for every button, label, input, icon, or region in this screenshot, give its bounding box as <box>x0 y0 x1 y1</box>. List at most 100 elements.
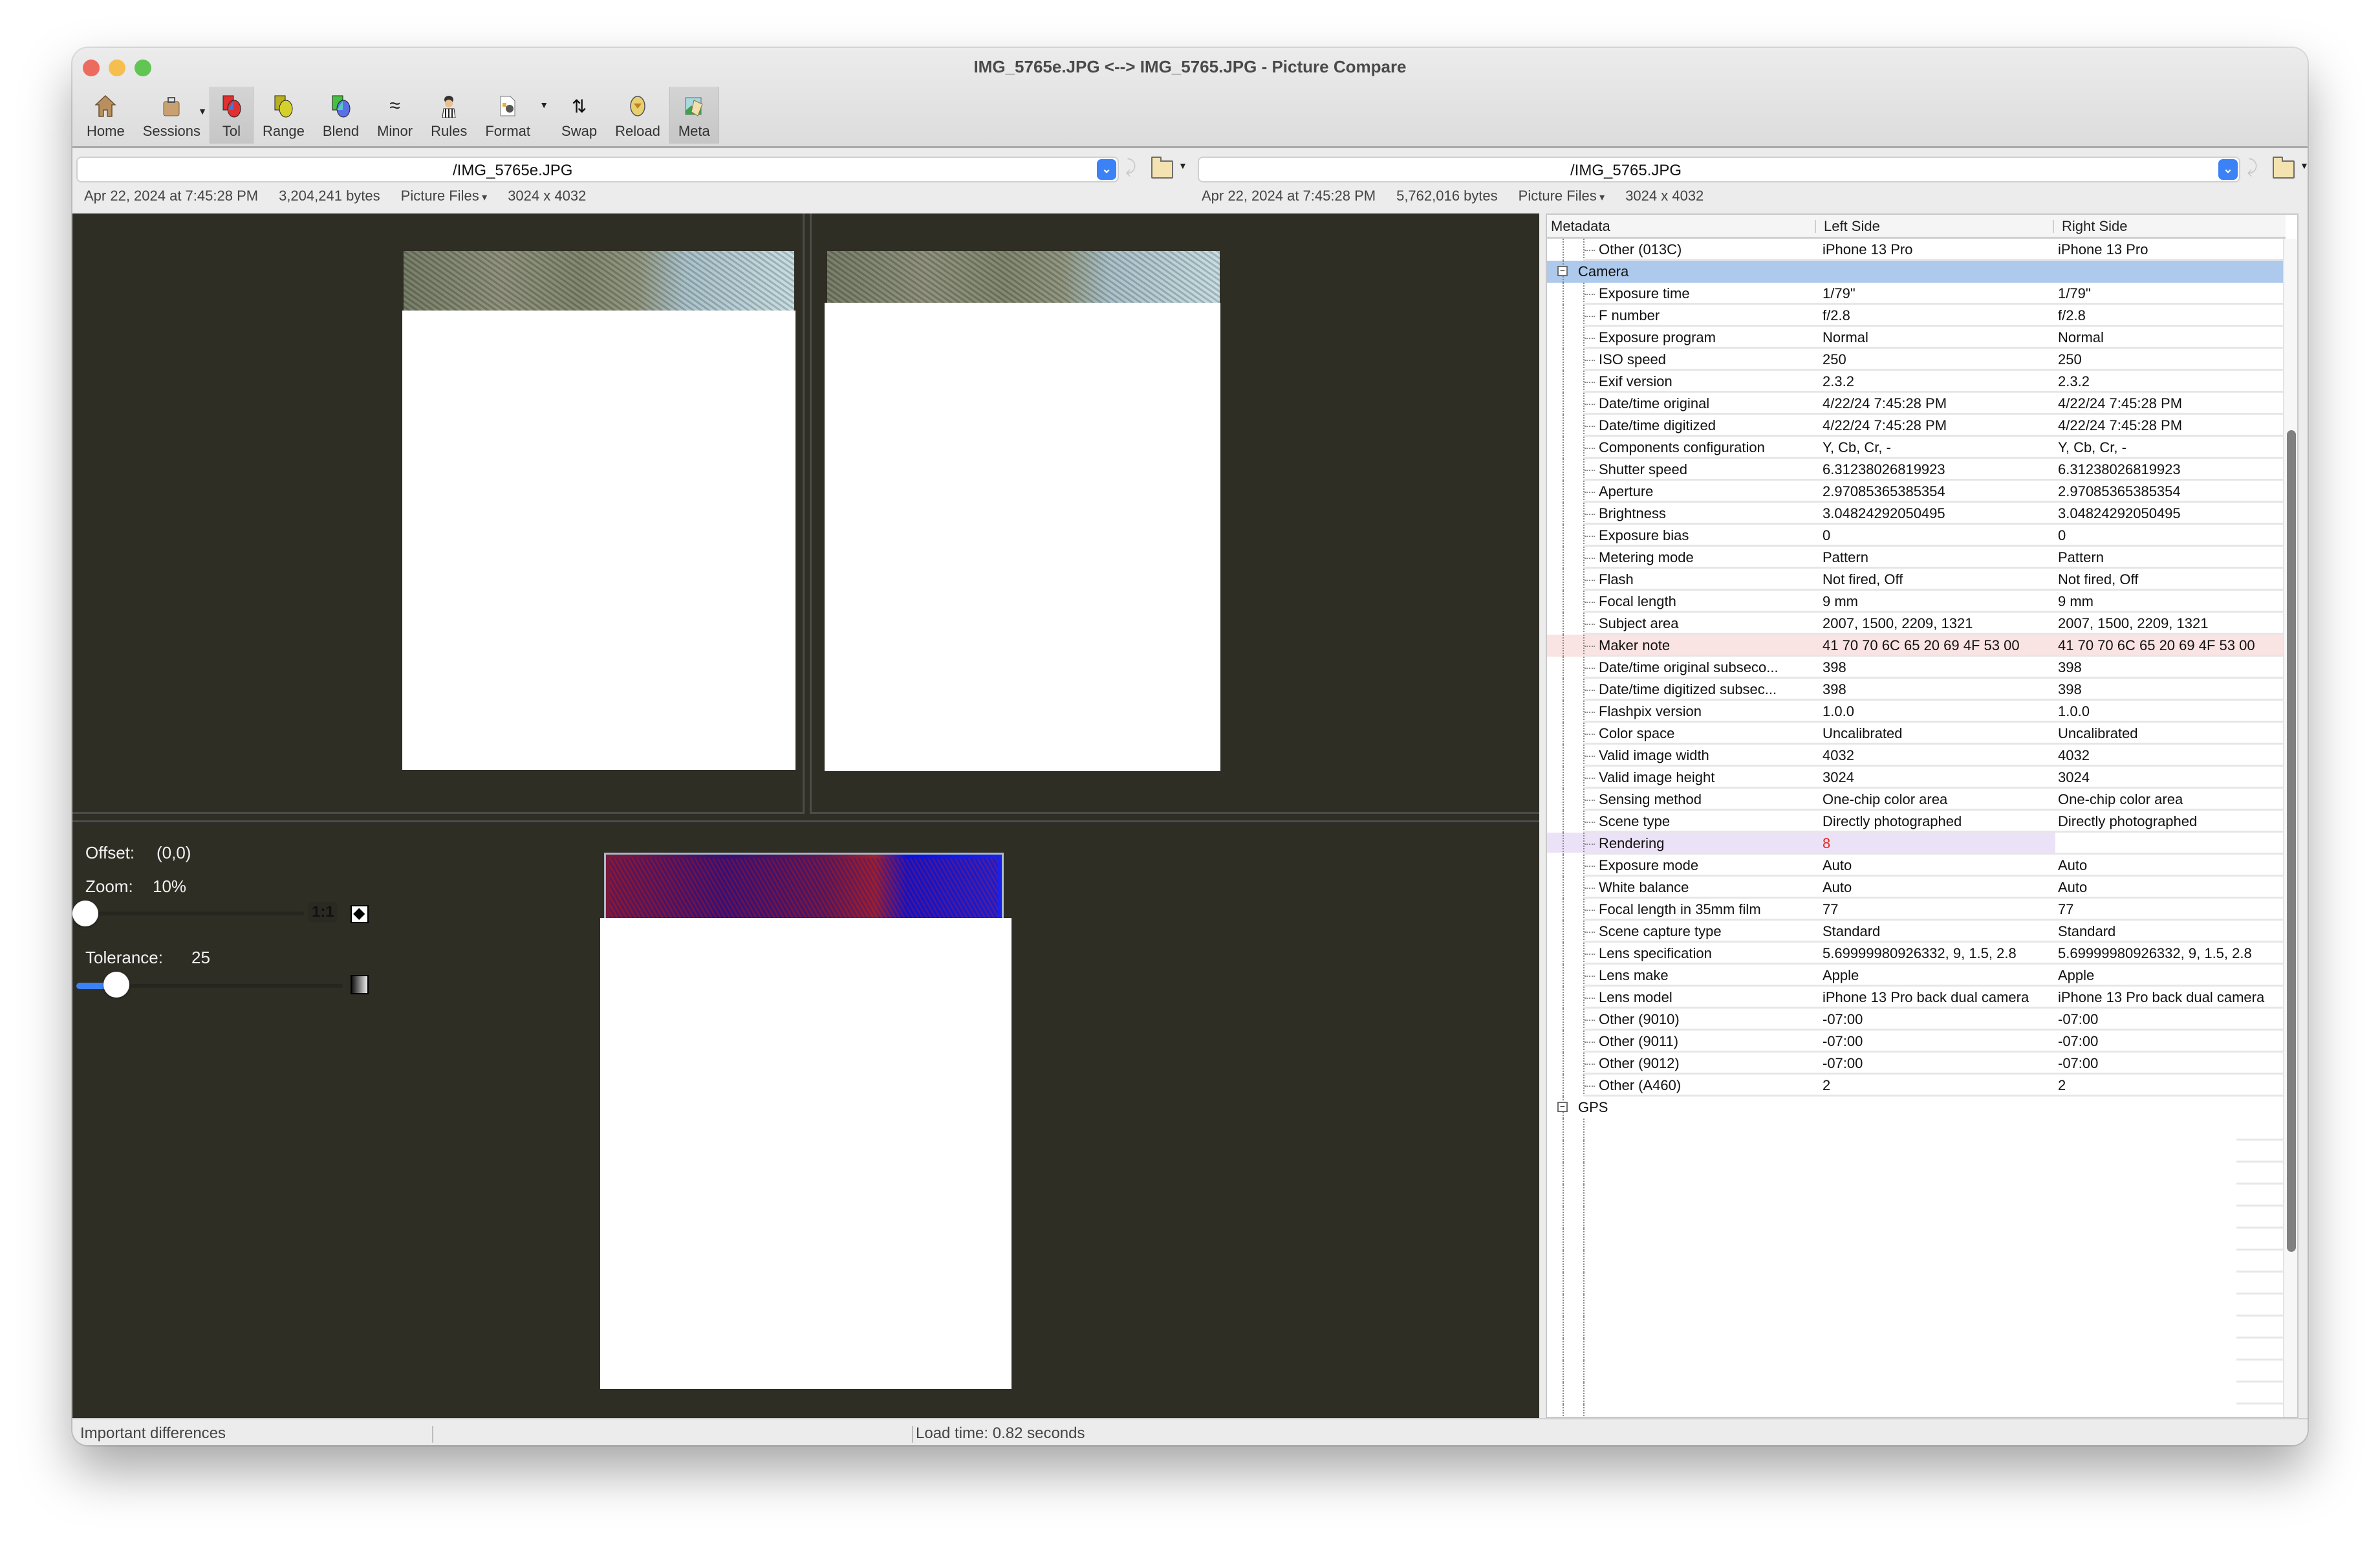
metadata-row[interactable]: Other (9011) -07:00 -07:00 <box>1547 1031 2286 1053</box>
toolbar-reload-button[interactable]: Reload <box>606 87 669 144</box>
metadata-row[interactable]: Metering mode Pattern Pattern <box>1547 547 2286 569</box>
metadata-row[interactable]: Color space Uncalibrated Uncalibrated <box>1547 723 2286 745</box>
chevron-down-icon[interactable]: ▼ <box>1178 160 1187 171</box>
difference-pane[interactable]: Offset: (0,0) Zoom: 10% 1:1 Tolerance: 2… <box>72 820 1539 1418</box>
chevron-down-icon[interactable]: ▼ <box>2300 160 2308 171</box>
metadata-row[interactable]: Maker note 41 70 70 6C 65 20 69 4F 53 00 4… <box>1547 635 2286 657</box>
right-path-combobox[interactable]: /IMG_5765.JPG ⌄ <box>1198 157 2240 182</box>
tree-branch-line <box>1585 822 1595 823</box>
metadata-row[interactable]: Flashpix version 1.0.0 1.0.0 <box>1547 701 2286 723</box>
metadata-name: Exposure program <box>1599 329 1716 345</box>
right-value: 398 <box>2058 681 2082 697</box>
tree-guide-line <box>1583 1119 1585 1141</box>
metadata-row[interactable]: ISO speed 250 250 <box>1547 349 2286 371</box>
metadata-row[interactable]: Brightness 3.04824292050495 3.048242920504… <box>1547 503 2286 525</box>
toolbar-label: Sessions <box>142 123 200 139</box>
redo-icon[interactable]: ⤸ <box>1125 157 1136 178</box>
metadata-row[interactable]: Focal length 9 mm 9 mm <box>1547 591 2286 613</box>
metadata-row[interactable]: Valid image height 3024 3024 <box>1547 767 2286 789</box>
metadata-row[interactable]: Flash Not fired, Off Not fired, Off <box>1547 569 2286 591</box>
left-path-text: /IMG_5765e.JPG <box>453 162 573 179</box>
metadata-row[interactable]: Shutter speed 6.31238026819923 6.312380268… <box>1547 459 2286 481</box>
status-bar: Important differences Load time: 0.82 se… <box>72 1418 2308 1445</box>
collapse-icon[interactable]: − <box>1557 1102 1568 1112</box>
zoom-slider-thumb[interactable] <box>72 901 98 926</box>
metadata-row[interactable]: Subject area 2007, 1500, 2209, 1321 2007, … <box>1547 613 2286 635</box>
chevron-down-icon[interactable]: ⌄ <box>2218 159 2238 180</box>
metadata-row[interactable]: Scene capture type Standard Standard <box>1547 921 2286 943</box>
toolbar-range-button[interactable]: Range <box>254 87 314 144</box>
metadata-row[interactable]: Other (9012) -07:00 -07:00 <box>1547 1053 2286 1075</box>
column-header-metadata[interactable]: Metadata <box>1551 218 1610 235</box>
left-image-preview <box>404 251 794 313</box>
right-file-date: Apr 22, 2024 at 7:45:28 PM <box>1202 188 1376 204</box>
gradient-toggle-icon[interactable] <box>351 975 369 994</box>
metadata-row[interactable]: Other (013C) iPhone 13 Pro iPhone 13 Pro <box>1547 239 2286 261</box>
toolbar-home-button[interactable]: Home <box>78 87 134 144</box>
metadata-row[interactable]: Components configuration Y, Cb, Cr, - Y, C… <box>1547 437 2286 459</box>
fit-to-window-icon[interactable] <box>351 904 369 923</box>
toolbar-sessions-button[interactable]: ▼ Sessions <box>134 87 210 144</box>
redo-icon[interactable]: ⤸ <box>2247 157 2258 178</box>
tree-guide-line <box>1563 1075 1564 1097</box>
metadata-row[interactable]: Lens model iPhone 13 Pro back dual camera… <box>1547 987 2286 1009</box>
metadata-row[interactable]: Other (9010) -07:00 -07:00 <box>1547 1009 2286 1031</box>
toolbar-meta-button[interactable]: Meta <box>669 87 719 144</box>
metadata-row[interactable]: White balance Auto Auto <box>1547 877 2286 899</box>
metadata-row[interactable]: Date/time digitized 4/22/24 7:45:28 PM 4/2… <box>1547 415 2286 437</box>
metadata-row[interactable]: Focal length in 35mm film 77 77 <box>1547 899 2286 921</box>
metadata-row[interactable]: Rendering 8 <box>1547 833 2286 855</box>
column-divider[interactable] <box>1815 220 1816 233</box>
scrollbar-thumb[interactable] <box>2287 430 2296 1252</box>
tree-branch-line <box>1585 580 1595 581</box>
metadata-group-row[interactable]: − GPS <box>1547 1097 2286 1119</box>
toolbar-rules-button[interactable]: Rules <box>422 87 476 144</box>
metadata-row[interactable]: Exposure mode Auto Auto <box>1547 855 2286 877</box>
metadata-row[interactable]: F number f/2.8 f/2.8 <box>1547 305 2286 327</box>
toolbar-swap-button[interactable]: ⇅ Swap <box>552 87 606 144</box>
left-value: 8 <box>1823 835 1831 851</box>
right-image-pane[interactable] <box>810 213 1539 814</box>
chevron-down-icon[interactable]: ⌄ <box>1097 159 1116 180</box>
metadata-group-row[interactable]: − Camera <box>1547 261 2286 283</box>
right-file-filter-dropdown[interactable]: Picture Files <box>1519 188 1605 207</box>
metadata-row[interactable]: Other (A460) 2 2 <box>1547 1075 2286 1097</box>
zoom-slider-track[interactable] <box>79 912 304 915</box>
metadata-row[interactable]: Scene type Directly photographed Directly … <box>1547 811 2286 833</box>
open-folder-icon[interactable] <box>1151 157 1173 179</box>
column-header-right-side[interactable]: Right Side <box>2062 218 2128 235</box>
column-header-left-side[interactable]: Left Side <box>1824 218 1880 235</box>
left-path-combobox[interactable]: /IMG_5765e.JPG ⌄ <box>76 157 1119 182</box>
metadata-row[interactable]: Date/time original subseco... 398 398 <box>1547 657 2286 679</box>
metadata-row[interactable]: Exposure time 1/79" 1/79" <box>1547 283 2286 305</box>
metadata-row[interactable]: Aperture 2.97085365385354 2.97085365385354 <box>1547 481 2286 503</box>
metadata-name: Focal length <box>1599 593 1676 609</box>
metadata-row[interactable]: Exif version 2.3.2 2.3.2 <box>1547 371 2286 393</box>
tree-guide-line <box>1563 855 1564 877</box>
metadata-name: Valid image width <box>1599 747 1709 763</box>
metadata-name: Lens model <box>1599 989 1672 1005</box>
open-folder-icon[interactable] <box>2273 157 2295 179</box>
column-divider[interactable] <box>2053 220 2054 233</box>
metadata-row[interactable]: Date/time digitized subsec... 398 398 <box>1547 679 2286 701</box>
left-image-pane[interactable] <box>72 213 805 814</box>
metadata-row[interactable]: Exposure program Normal Normal <box>1547 327 2286 349</box>
metadata-row[interactable]: Valid image width 4032 4032 <box>1547 745 2286 767</box>
metadata-row[interactable]: Sensing method One-chip color area One-chi… <box>1547 789 2286 811</box>
left-file-filter-dropdown[interactable]: Picture Files <box>401 188 488 207</box>
metadata-row[interactable]: Lens specification 5.69999980926332, 9, 1… <box>1547 943 2286 965</box>
toolbar-minor-button[interactable]: ≈ Minor <box>368 87 422 144</box>
metadata-row-redacted <box>1547 1317 2286 1339</box>
collapse-icon[interactable]: − <box>1557 266 1568 276</box>
toolbar-blend-button[interactable]: Blend <box>314 87 368 144</box>
left-value: 41 70 70 6C 65 20 69 4F 53 00 <box>1823 637 2020 653</box>
toolbar-format-button[interactable]: ▼ Format <box>476 87 552 144</box>
metadata-row[interactable]: Date/time original 4/22/24 7:45:28 PM 4/22… <box>1547 393 2286 415</box>
left-value: 3.04824292050495 <box>1823 505 1945 521</box>
tolerance-slider-thumb[interactable] <box>103 972 129 998</box>
metadata-row[interactable]: Lens make Apple Apple <box>1547 965 2286 987</box>
metadata-scrollbar[interactable] <box>2283 239 2297 1417</box>
actual-size-button[interactable]: 1:1 <box>308 902 338 923</box>
metadata-row[interactable]: Exposure bias 0 0 <box>1547 525 2286 547</box>
toolbar-tol-button[interactable]: Tol <box>209 87 254 144</box>
